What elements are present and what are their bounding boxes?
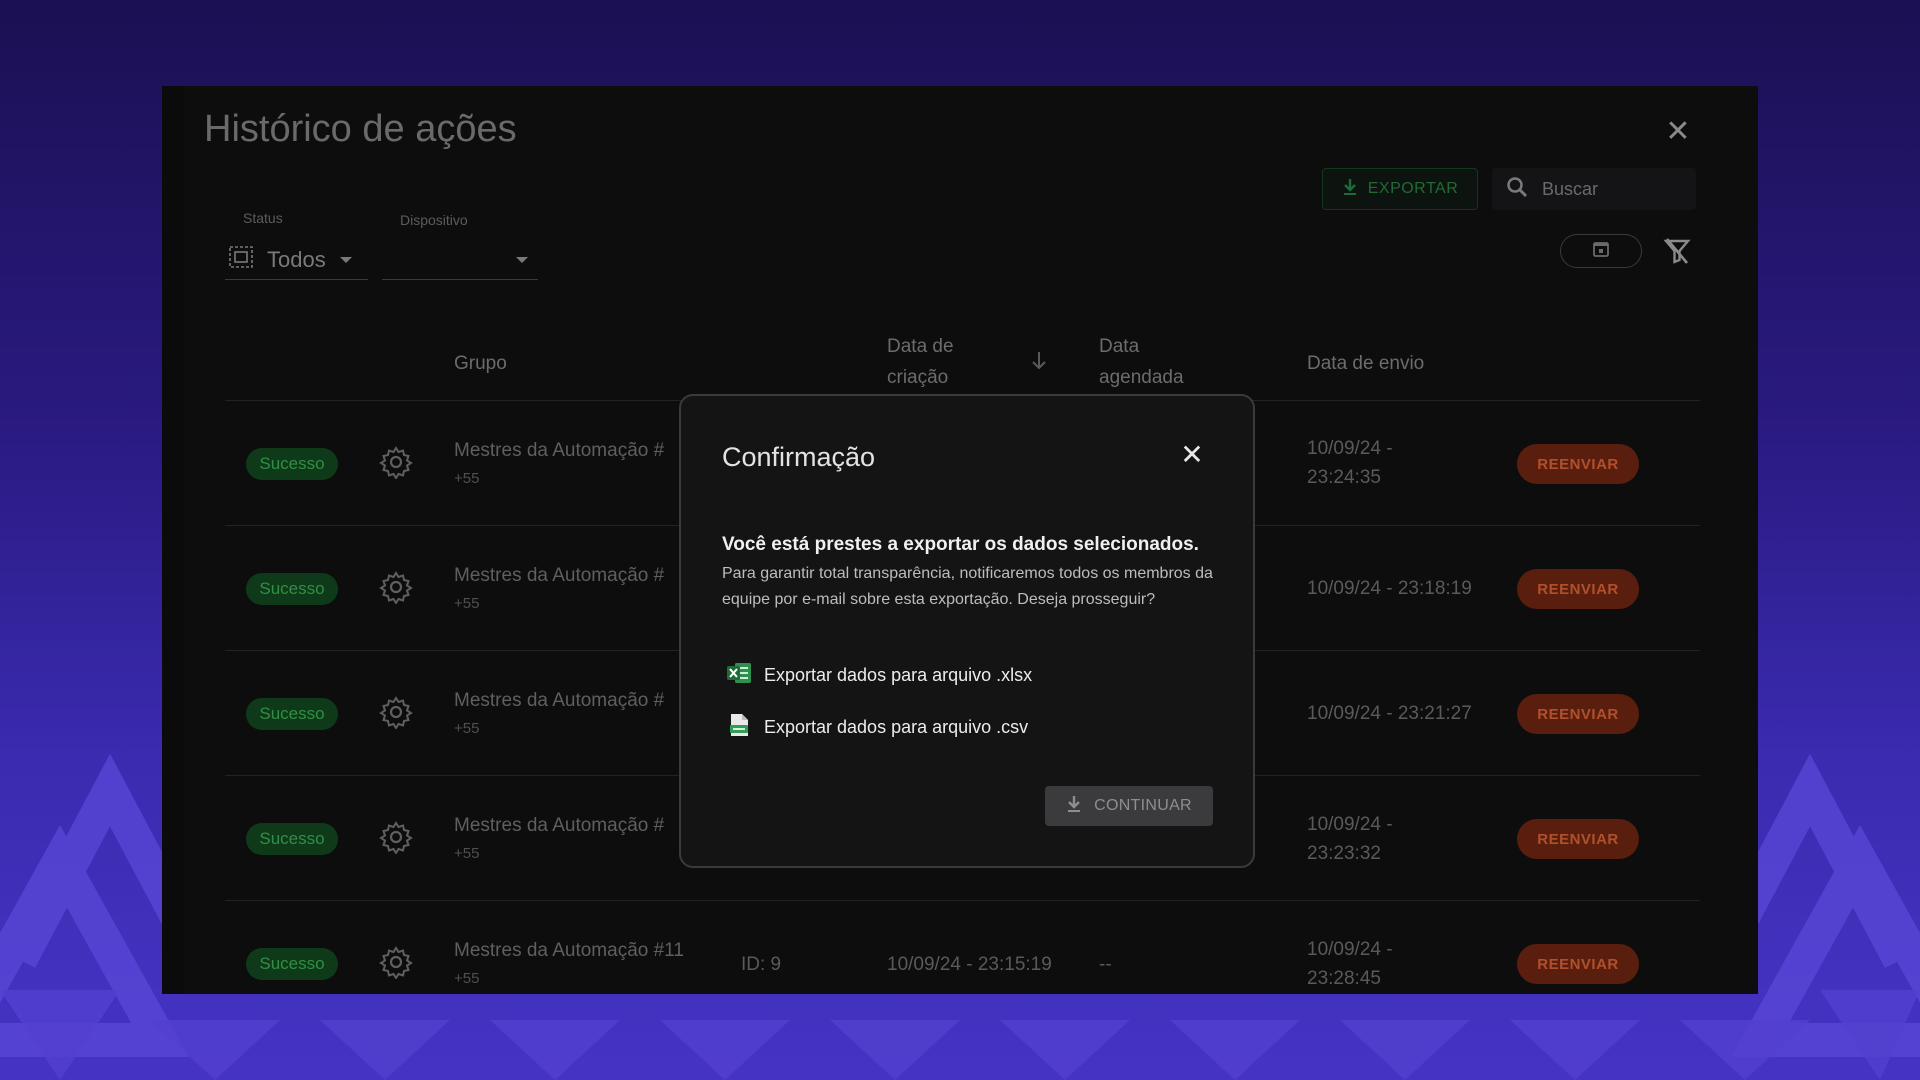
status-badge: Sucesso	[246, 948, 338, 980]
sent-time: 23:28:45	[1307, 968, 1381, 989]
dialog-message: Para garantir total transparência, notif…	[722, 565, 1213, 608]
group-phone: +55	[454, 970, 480, 987]
group-name: Mestres da Automação #11	[454, 940, 684, 961]
created-date: 10/09/24 - 23:15:19	[887, 954, 1052, 975]
dialog-title: Confirmação	[722, 442, 876, 472]
gear-icon[interactable]	[379, 945, 413, 980]
download-icon	[1066, 795, 1082, 818]
close-icon[interactable]: ✕	[1179, 441, 1205, 469]
export-xlsx-option[interactable]: Exportar dados para arquivo .xlsx	[726, 661, 1032, 690]
record-id: ID: 9	[741, 954, 782, 975]
confirmation-dialog: Confirmação ✕ Você está prestes a export…	[679, 394, 1255, 868]
sent-date: 10/09/24 -	[1307, 939, 1393, 960]
export-csv-label: Exportar dados para arquivo .csv	[764, 717, 1029, 737]
dialog-headline: Você está prestes a exportar os dados se…	[722, 534, 1199, 555]
excel-file-icon	[726, 661, 752, 690]
resend-button[interactable]: REENVIAR	[1517, 944, 1639, 984]
continue-button[interactable]: CONTINUAR	[1045, 786, 1213, 826]
continue-button-label: CONTINUAR	[1094, 797, 1192, 814]
scheduled-date: --	[1099, 954, 1112, 975]
export-csv-option[interactable]: Exportar dados para arquivo .csv	[726, 712, 1028, 743]
export-xlsx-label: Exportar dados para arquivo .xlsx	[764, 665, 1033, 685]
csv-file-icon	[726, 712, 752, 743]
